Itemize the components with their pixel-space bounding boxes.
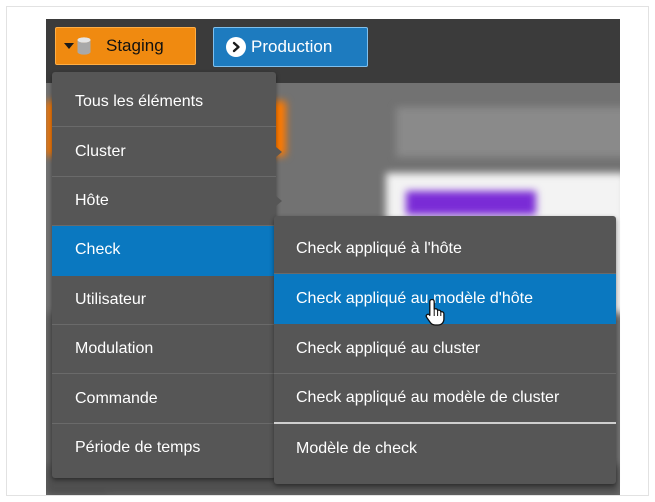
submenu-item-label: Check appliqué au modèle de cluster — [296, 389, 560, 406]
menu-item-tous-les-elements[interactable]: Tous les éléments — [52, 78, 276, 128]
menu-item-commande[interactable]: Commande — [52, 374, 276, 424]
menu-item-label: Utilisateur — [75, 290, 147, 308]
submenu-item-modele-check[interactable]: Modèle de check — [274, 424, 616, 474]
menu-item-label: Commande — [75, 389, 158, 407]
menu-item-label: Hôte — [75, 191, 109, 209]
menu-item-cluster[interactable]: Cluster — [52, 127, 282, 177]
staging-button[interactable]: Staging — [55, 27, 196, 65]
menu-item-hote[interactable]: Hôte — [52, 177, 282, 227]
submenu-item-check-hote[interactable]: Check appliqué à l'hôte — [274, 224, 616, 274]
menu-item-utilisateur[interactable]: Utilisateur — [52, 276, 276, 325]
submenu-item-check-modele-cluster[interactable]: Check appliqué au modèle de cluster — [274, 374, 616, 424]
blurred-header-panel — [396, 107, 620, 157]
menu-item-modulation[interactable]: Modulation — [52, 325, 276, 375]
database-icon — [77, 37, 91, 55]
menu-item-label: Modulation — [75, 340, 154, 358]
submenu-item-label: Check appliqué au modèle d'hôte — [296, 289, 533, 307]
staging-label: Staging — [106, 36, 164, 55]
arrow-right-circle-icon — [226, 37, 246, 57]
production-label: Production — [251, 37, 333, 56]
menu-item-label: Check — [75, 241, 121, 259]
menu-item-check[interactable]: Check — [52, 226, 276, 276]
submenu-arrow-icon — [276, 195, 282, 206]
hand-pointer-icon — [425, 298, 445, 326]
submenu-arrow-icon — [276, 146, 282, 157]
check-submenu: Check appliqué à l'hôte Check appliqué a… — [274, 216, 616, 484]
submenu-item-check-cluster[interactable]: Check appliqué au cluster — [274, 324, 616, 374]
blurred-purple-block — [406, 191, 536, 215]
submenu-item-label: Modèle de check — [296, 440, 417, 457]
menu-item-label: Cluster — [75, 142, 126, 160]
menu-item-label: Tous les éléments — [75, 93, 204, 111]
production-button[interactable]: Production — [213, 27, 368, 67]
submenu-item-label: Check appliqué au cluster — [296, 339, 481, 357]
caret-down-icon — [64, 43, 74, 49]
submenu-item-label: Check appliqué à l'hôte — [296, 239, 462, 257]
menu-item-periode-de-temps[interactable]: Période de temps — [52, 424, 276, 473]
menu-item-label: Période de temps — [75, 439, 201, 457]
category-menu: Tous les éléments Cluster Hôte Check Uti… — [52, 72, 282, 478]
